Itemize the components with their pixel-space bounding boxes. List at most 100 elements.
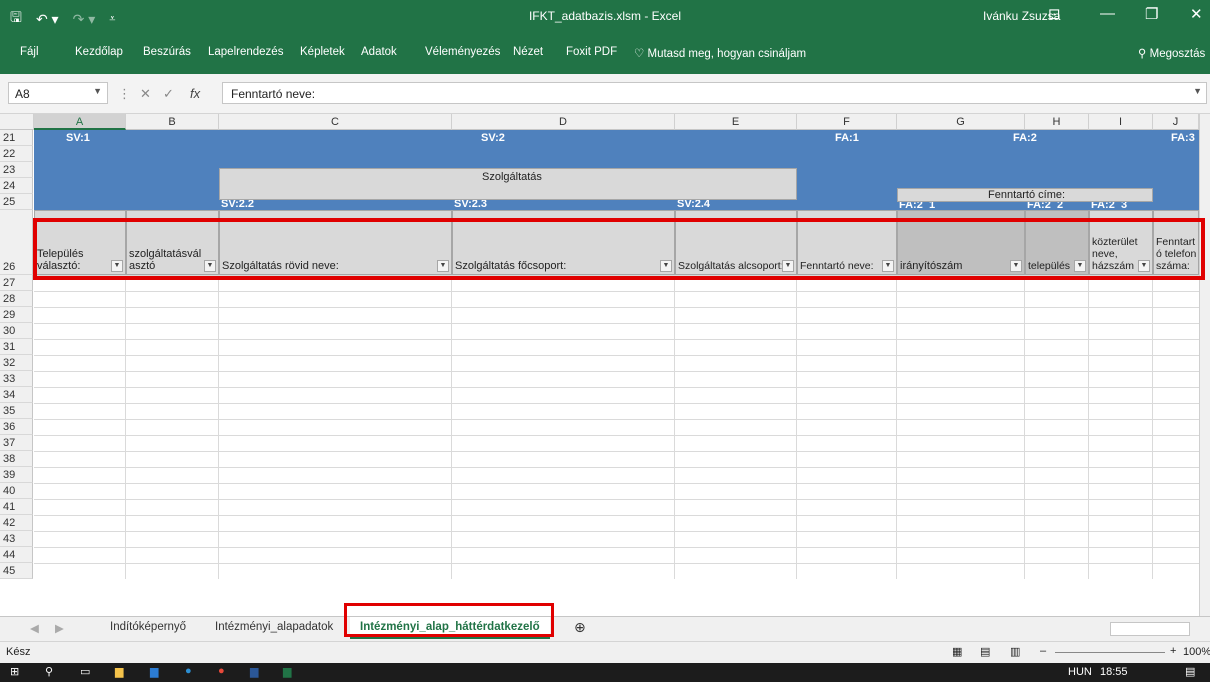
column-header-i[interactable]: I	[1089, 114, 1153, 130]
tab-foxit-pdf[interactable]: Foxit PDF	[566, 46, 617, 58]
header-b-band[interactable]	[126, 130, 219, 210]
column-header-d[interactable]: D	[452, 114, 675, 130]
header-sv24[interactable]: SV:2.4	[675, 200, 797, 210]
row-header[interactable]: 44	[0, 547, 33, 563]
header-sv22[interactable]: SV:2.2	[219, 200, 452, 210]
filter-header-cell[interactable]: Település választó: ▼	[34, 210, 126, 275]
column-header-a[interactable]: A	[34, 114, 126, 130]
worksheet-grid[interactable]: A B C D E F G H I J 21 22 23 24 25 26 27…	[0, 114, 1210, 616]
filter-dropdown-icon[interactable]: ▼	[660, 260, 672, 272]
expand-formula-icon[interactable]: ▼	[1193, 86, 1202, 96]
filter-dropdown-icon[interactable]: ▼	[204, 260, 216, 272]
column-header-e[interactable]: E	[675, 114, 797, 130]
tab-formulas[interactable]: Képletek	[300, 46, 345, 58]
row-header[interactable]: 33	[0, 371, 33, 387]
formula-input[interactable]: Fenntartó neve: ▼	[222, 82, 1207, 104]
clock[interactable]: 18:55	[1100, 666, 1128, 678]
page-layout-icon[interactable]: ▤	[980, 645, 990, 658]
zoom-level[interactable]: 100%	[1183, 646, 1210, 658]
row-header[interactable]: 24	[0, 178, 33, 194]
filter-header-cell[interactable]: Fenntartó neve: ▼	[797, 210, 897, 275]
row-header[interactable]: 43	[0, 531, 33, 547]
row-header[interactable]: 27	[0, 275, 33, 291]
header-fenntarto-cime[interactable]: Fenntartó címe:	[897, 188, 1153, 202]
tab-home[interactable]: Kezdőlap	[75, 46, 123, 58]
vertical-scrollbar[interactable]	[1199, 114, 1210, 616]
skype-icon[interactable]: ●	[185, 665, 192, 677]
language-indicator[interactable]: HUN	[1068, 666, 1092, 678]
filter-header-cell[interactable]: Szolgáltatás főcsoport: ▼	[452, 210, 675, 275]
header-sv23[interactable]: SV:2.3	[452, 200, 675, 210]
row-header[interactable]: 41	[0, 499, 33, 515]
row-header[interactable]: 36	[0, 419, 33, 435]
row-header[interactable]: 42	[0, 515, 33, 531]
row-header[interactable]: 37	[0, 435, 33, 451]
filter-dropdown-icon[interactable]: ▼	[1138, 260, 1150, 272]
header-fa23[interactable]: FA:2_3	[1089, 202, 1153, 210]
column-header-g[interactable]: G	[897, 114, 1025, 130]
filter-header-cell[interactable]: Szolgáltatás alcsoport: ▼	[675, 210, 797, 275]
notifications-icon[interactable]: ▤	[1185, 665, 1195, 678]
row-header[interactable]: 21	[0, 130, 33, 146]
row-header[interactable]: 32	[0, 355, 33, 371]
row-header[interactable]: 25	[0, 194, 33, 210]
filter-header-cell[interactable]: közterület neve, házszám ▼	[1089, 210, 1153, 275]
file-explorer-icon[interactable]: ▆	[115, 665, 123, 678]
column-header-c[interactable]: C	[219, 114, 452, 130]
filter-header-cell[interactable]: település ▼	[1025, 210, 1089, 275]
tab-file[interactable]: Fájl	[20, 46, 39, 58]
outlook-icon[interactable]: ▆	[150, 665, 158, 678]
windows-start-icon[interactable]: ⊞	[10, 665, 19, 678]
chevron-down-icon[interactable]: ▼	[93, 86, 102, 96]
header-fa21[interactable]: FA:2_1	[897, 202, 1025, 210]
normal-view-icon[interactable]: ▦	[952, 645, 962, 658]
tab-view[interactable]: Nézet	[513, 46, 543, 58]
scroll-left-icon[interactable]: ◀	[30, 621, 39, 635]
sheet-tab[interactable]: Intézményi_alapadatok	[215, 621, 333, 633]
filter-header-cell[interactable]: szolgáltatásválasztó ▼	[126, 210, 219, 275]
header-sv1[interactable]: SV:1	[34, 130, 126, 210]
row-header[interactable]: 30	[0, 323, 33, 339]
insert-function-icon[interactable]: fx	[190, 86, 200, 101]
header-fa22[interactable]: FA:2_2	[1025, 202, 1089, 210]
row-header[interactable]: 38	[0, 451, 33, 467]
column-header-b[interactable]: B	[126, 114, 219, 130]
column-header-h[interactable]: H	[1025, 114, 1089, 130]
row-header[interactable]: 23	[0, 162, 33, 178]
minimize-icon[interactable]: —	[1100, 5, 1115, 22]
filter-dropdown-icon[interactable]: ▼	[882, 260, 894, 272]
header-sv2[interactable]: SV:2	[219, 130, 797, 168]
horizontal-scrollbar[interactable]	[1110, 622, 1190, 636]
row-header[interactable]: 34	[0, 387, 33, 403]
chrome-icon[interactable]: ●	[218, 665, 225, 677]
filter-dropdown-icon[interactable]: ▼	[111, 260, 123, 272]
header-fa3[interactable]: FA:3	[1153, 130, 1199, 210]
filter-dropdown-icon[interactable]: ▼	[437, 260, 449, 272]
add-sheet-icon[interactable]: ⊕	[574, 619, 586, 636]
cancel-icon[interactable]: ✕	[140, 86, 151, 102]
header-fa2[interactable]: FA:2	[897, 130, 1153, 188]
row-header[interactable]: 22	[0, 146, 33, 162]
select-all-corner[interactable]	[0, 114, 34, 130]
restore-icon[interactable]: ❐	[1145, 5, 1158, 23]
row-header[interactable]: 40	[0, 483, 33, 499]
tab-page-layout[interactable]: Lapelrendezés	[208, 46, 283, 58]
filter-header-cell[interactable]: Szolgáltatás rövid neve: ▼	[219, 210, 452, 275]
sheet-tab[interactable]: Indítóképernyő	[110, 621, 186, 633]
ribbon-display-icon[interactable]: ⊡	[1048, 5, 1061, 23]
row-header[interactable]: 39	[0, 467, 33, 483]
filter-dropdown-icon[interactable]: ▼	[1010, 260, 1022, 272]
header-szolgaltatas[interactable]: Szolgáltatás	[219, 168, 797, 200]
tab-review[interactable]: Véleményezés	[425, 46, 500, 58]
column-header-f[interactable]: F	[797, 114, 897, 130]
row-header[interactable]: 26	[0, 210, 33, 275]
row-header[interactable]: 29	[0, 307, 33, 323]
row-header[interactable]: 35	[0, 403, 33, 419]
filter-header-cell[interactable]: Fenntartó telefonszáma:	[1153, 210, 1199, 275]
enter-icon[interactable]: ✓	[163, 86, 174, 102]
filter-dropdown-icon[interactable]: ▼	[782, 260, 794, 272]
column-header-j[interactable]: J	[1153, 114, 1199, 130]
name-box[interactable]: A8 ▼	[8, 82, 108, 104]
tab-insert[interactable]: Beszúrás	[143, 46, 191, 58]
filter-dropdown-icon[interactable]: ▼	[1074, 260, 1086, 272]
